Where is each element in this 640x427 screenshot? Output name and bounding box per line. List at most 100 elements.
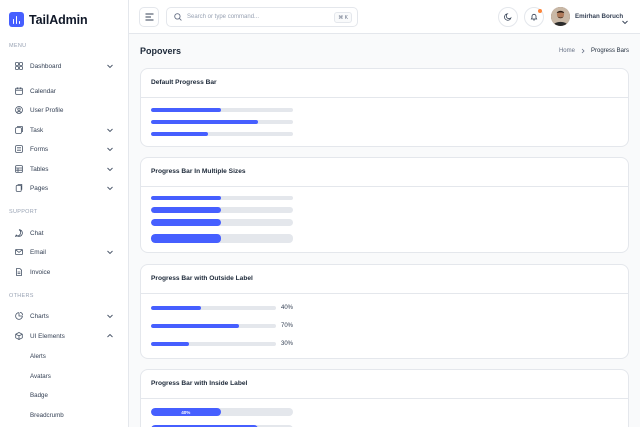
- chevron-down-icon: [106, 184, 114, 194]
- user-name[interactable]: Emirhan Boruch: [575, 13, 623, 20]
- chat-icon: [14, 229, 23, 238]
- task-icon: [14, 126, 23, 135]
- progress-fill: [151, 324, 239, 328]
- sidebar-item-tables[interactable]: Tables: [14, 162, 116, 176]
- chevron-down-icon: [106, 126, 114, 136]
- card-outside-label-progress: Progress Bar with Outside Label 40% 70% …: [140, 264, 629, 359]
- avatar[interactable]: [551, 7, 570, 26]
- breadcrumb-current: Progress Bars: [590, 48, 629, 54]
- mail-icon: [14, 248, 23, 257]
- sidebar-subitem-avatars[interactable]: Avatars: [30, 373, 51, 380]
- sidebar-subitem-badge[interactable]: Badge: [30, 392, 48, 399]
- search-shortcut-badge: ⌘ K: [334, 12, 352, 23]
- progress-label: 40%: [181, 409, 191, 415]
- progress-label: 40%: [281, 305, 294, 311]
- progress-fill: [151, 234, 221, 243]
- progress-fill: [151, 108, 221, 112]
- app-name: TailAdmin: [29, 12, 88, 27]
- sidebar-subitem-breadcrumb[interactable]: Breadcrumb: [30, 412, 64, 419]
- progress-track: [151, 108, 293, 112]
- card-title: Progress Bar with Inside Label: [151, 380, 248, 387]
- chevron-right-icon: [581, 48, 585, 54]
- chevron-down-icon: [106, 312, 114, 322]
- progress-label: 70%: [281, 323, 294, 329]
- forms-icon: [14, 145, 23, 154]
- divider: [141, 186, 628, 187]
- pie-chart-icon: [14, 312, 23, 321]
- progress-track: [151, 234, 293, 243]
- chevron-down-icon: [106, 248, 114, 258]
- logo[interactable]: TailAdmin: [9, 12, 88, 27]
- divider: [141, 97, 628, 98]
- sidebar-subitem-alerts[interactable]: Alerts: [30, 353, 46, 360]
- sidebar-item-pages[interactable]: Pages: [14, 181, 116, 195]
- progress-fill: [151, 120, 258, 124]
- sidebar-item-label: Invoice: [30, 268, 51, 276]
- breadcrumb-home[interactable]: Home: [559, 48, 575, 54]
- progress-fill: [151, 219, 221, 226]
- chevron-down-icon: [106, 62, 114, 72]
- sidebar-toggle-button[interactable]: [139, 7, 159, 27]
- bell-icon: [530, 13, 538, 21]
- chevron-up-icon: [106, 332, 114, 342]
- progress-fill: [151, 342, 189, 346]
- sidebar-item-label: Dashboard: [30, 62, 62, 70]
- progress-track: [151, 207, 293, 213]
- sidebar-item-label: Chat: [30, 229, 44, 237]
- progress-label: 30%: [281, 341, 294, 347]
- progress-track: [151, 324, 276, 328]
- top-header: Search or type command... ⌘ K Emirhan Bo…: [129, 0, 640, 34]
- sidebar-item-label: Charts: [30, 312, 49, 320]
- progress-fill: 40%: [151, 408, 221, 416]
- sidebar-item-dashboard[interactable]: Dashboard: [14, 59, 116, 73]
- group-title-support: SUPPORT: [9, 209, 38, 215]
- progress-fill: [151, 196, 221, 200]
- progress-track: [151, 132, 293, 136]
- search-icon: [174, 13, 182, 21]
- menu-icon: [145, 13, 153, 21]
- card-default-progress: Default Progress Bar: [140, 68, 629, 147]
- notifications-button[interactable]: [524, 7, 544, 27]
- sidebar-item-label: Forms: [30, 145, 49, 153]
- divider: [141, 398, 628, 399]
- progress-track: 40%: [151, 408, 293, 416]
- sidebar-item-user-profile[interactable]: User Profile: [14, 103, 116, 117]
- card-title: Progress Bar with Outside Label: [151, 275, 253, 282]
- grid-icon: [14, 62, 23, 71]
- sidebar-item-label: Email: [30, 248, 46, 256]
- sidebar-item-label: User Profile: [30, 106, 64, 114]
- divider: [141, 293, 628, 294]
- user-icon: [14, 106, 23, 115]
- sidebar-item-forms[interactable]: Forms: [14, 142, 116, 156]
- sidebar-item-label: Tables: [30, 165, 49, 173]
- sidebar-item-label: Calendar: [30, 87, 56, 95]
- chevron-down-icon[interactable]: [621, 13, 629, 31]
- sidebar-item-task[interactable]: Task: [14, 123, 116, 137]
- sidebar-item-chat[interactable]: Chat: [14, 226, 116, 240]
- progress-track: [151, 219, 293, 226]
- chevron-down-icon: [106, 145, 114, 155]
- sidebar-item-label: Pages: [30, 184, 49, 192]
- sidebar-item-email[interactable]: Email: [14, 245, 116, 259]
- card-inside-label-progress: Progress Bar with Inside Label 40%: [140, 369, 629, 427]
- card-title: Default Progress Bar: [151, 79, 217, 86]
- progress-track: [151, 120, 293, 124]
- sidebar-item-ui-elements[interactable]: UI Elements: [14, 329, 116, 343]
- theme-toggle-button[interactable]: [498, 7, 518, 27]
- search-input[interactable]: Search or type command...: [187, 14, 259, 20]
- progress-track: [151, 196, 293, 200]
- progress-track: [151, 306, 276, 310]
- cube-icon: [14, 332, 23, 341]
- sidebar: TailAdmin MENU Dashboard Calendar User P…: [0, 0, 129, 427]
- sidebar-item-calendar[interactable]: Calendar: [14, 84, 116, 98]
- sidebar-item-charts[interactable]: Charts: [14, 309, 116, 323]
- pages-icon: [14, 184, 23, 193]
- group-title-others: OTHERS: [9, 293, 34, 299]
- search-bar[interactable]: Search or type command... ⌘ K: [166, 7, 358, 27]
- logo-icon: [9, 12, 24, 27]
- sidebar-item-invoice[interactable]: Invoice: [14, 265, 116, 279]
- calendar-icon: [14, 87, 23, 96]
- moon-icon: [504, 13, 512, 21]
- notification-dot: [538, 9, 542, 13]
- sidebar-item-label: UI Elements: [30, 332, 65, 340]
